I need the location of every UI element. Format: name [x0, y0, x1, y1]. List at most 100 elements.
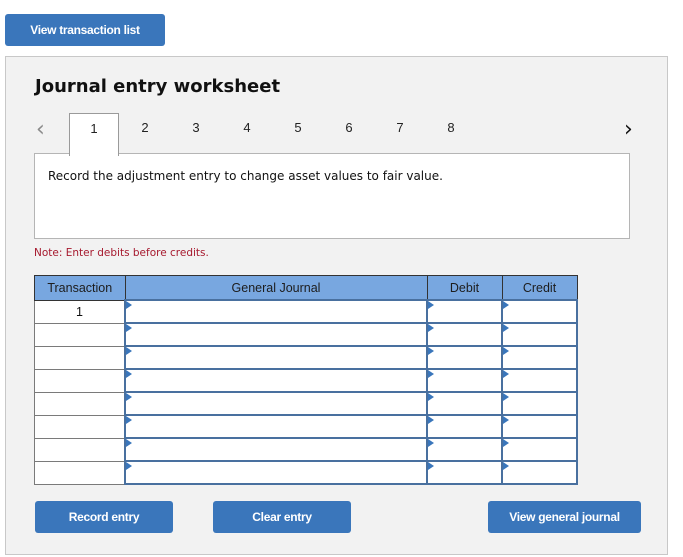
credit-input[interactable] — [503, 393, 576, 414]
table-row: 1 — [34, 299, 578, 324]
credit-cell — [501, 391, 578, 416]
account-cell — [124, 437, 428, 462]
credit-cell — [501, 322, 578, 347]
transaction-cell: 1 — [34, 299, 126, 324]
table-row — [34, 391, 578, 416]
account-input[interactable] — [126, 347, 426, 368]
account-input[interactable] — [126, 393, 426, 414]
account-input[interactable] — [126, 324, 426, 345]
dropdown-indicator-icon — [126, 347, 132, 355]
dropdown-indicator-icon — [503, 462, 509, 470]
dropdown-indicator-icon — [503, 439, 509, 447]
credit-input[interactable] — [503, 416, 576, 437]
debit-cell — [426, 368, 503, 393]
credit-input[interactable] — [503, 439, 576, 460]
debit-cell — [426, 299, 503, 324]
transaction-cell — [34, 414, 126, 439]
view-general-journal-button[interactable]: View general journal — [488, 501, 641, 533]
debit-input[interactable] — [428, 347, 501, 368]
transaction-cell — [34, 345, 126, 370]
dropdown-indicator-icon — [428, 370, 434, 378]
instruction-text: Record the adjustment entry to change as… — [48, 169, 443, 183]
chevron-right-icon[interactable]: › — [624, 117, 633, 142]
dropdown-indicator-icon — [503, 416, 509, 424]
instruction-box: Record the adjustment entry to change as… — [34, 153, 630, 239]
header-general-journal: General Journal — [124, 275, 428, 301]
debit-input[interactable] — [428, 393, 501, 414]
tab-1[interactable]: 1 — [69, 113, 119, 156]
journal-entry-worksheet-panel: Journal entry worksheet ‹ 12345678 › Rec… — [5, 56, 668, 555]
debit-input[interactable] — [428, 370, 501, 391]
chevron-left-icon[interactable]: ‹ — [36, 117, 45, 142]
dropdown-indicator-icon — [126, 462, 132, 470]
journal-table: Transaction General Journal Debit Credit… — [34, 275, 578, 485]
view-transaction-list-button[interactable]: View transaction list — [5, 14, 165, 46]
debit-cell — [426, 391, 503, 416]
credit-cell — [501, 345, 578, 370]
debit-input[interactable] — [428, 416, 501, 437]
tab-3[interactable]: 3 — [171, 113, 221, 155]
table-row — [34, 437, 578, 462]
header-debit: Debit — [426, 275, 503, 301]
debit-cell — [426, 414, 503, 439]
transaction-cell — [34, 322, 126, 347]
header-credit: Credit — [501, 275, 578, 301]
account-cell — [124, 322, 428, 347]
account-input[interactable] — [126, 416, 426, 437]
account-input[interactable] — [126, 301, 426, 322]
credit-cell — [501, 368, 578, 393]
dropdown-indicator-icon — [428, 301, 434, 309]
dropdown-indicator-icon — [428, 439, 434, 447]
dropdown-indicator-icon — [503, 370, 509, 378]
credit-input[interactable] — [503, 324, 576, 345]
tab-7[interactable]: 7 — [375, 113, 425, 155]
dropdown-indicator-icon — [126, 416, 132, 424]
dropdown-indicator-icon — [503, 324, 509, 332]
tab-8[interactable]: 8 — [426, 113, 476, 155]
credit-cell — [501, 460, 578, 485]
credit-cell — [501, 437, 578, 462]
dropdown-indicator-icon — [503, 347, 509, 355]
clear-entry-button[interactable]: Clear entry — [213, 501, 351, 533]
transaction-cell — [34, 391, 126, 416]
account-cell — [124, 391, 428, 416]
credit-input[interactable] — [503, 301, 576, 322]
debit-input[interactable] — [428, 324, 501, 345]
account-cell — [124, 345, 428, 370]
debit-cell — [426, 322, 503, 347]
record-entry-button[interactable]: Record entry — [35, 501, 173, 533]
credit-input[interactable] — [503, 462, 576, 483]
table-row — [34, 460, 578, 485]
table-row — [34, 368, 578, 393]
dropdown-indicator-icon — [428, 393, 434, 401]
dropdown-indicator-icon — [503, 301, 509, 309]
tab-2[interactable]: 2 — [120, 113, 170, 155]
debit-input[interactable] — [428, 439, 501, 460]
table-row — [34, 322, 578, 347]
tab-6[interactable]: 6 — [324, 113, 374, 155]
table-row — [34, 345, 578, 370]
account-input[interactable] — [126, 439, 426, 460]
account-cell — [124, 414, 428, 439]
account-cell — [124, 368, 428, 393]
note-text: Note: Enter debits before credits. — [34, 247, 209, 259]
account-input[interactable] — [126, 462, 426, 483]
header-transaction: Transaction — [34, 275, 126, 301]
tab-5[interactable]: 5 — [273, 113, 323, 155]
debit-input[interactable] — [428, 301, 501, 322]
account-input[interactable] — [126, 370, 426, 391]
dropdown-indicator-icon — [428, 416, 434, 424]
account-cell — [124, 299, 428, 324]
dropdown-indicator-icon — [126, 393, 132, 401]
dropdown-indicator-icon — [428, 324, 434, 332]
debit-cell — [426, 345, 503, 370]
dropdown-indicator-icon — [428, 462, 434, 470]
credit-input[interactable] — [503, 370, 576, 391]
credit-cell — [501, 299, 578, 324]
credit-input[interactable] — [503, 347, 576, 368]
tab-4[interactable]: 4 — [222, 113, 272, 155]
dropdown-indicator-icon — [126, 439, 132, 447]
dropdown-indicator-icon — [126, 324, 132, 332]
credit-cell — [501, 414, 578, 439]
debit-input[interactable] — [428, 462, 501, 483]
